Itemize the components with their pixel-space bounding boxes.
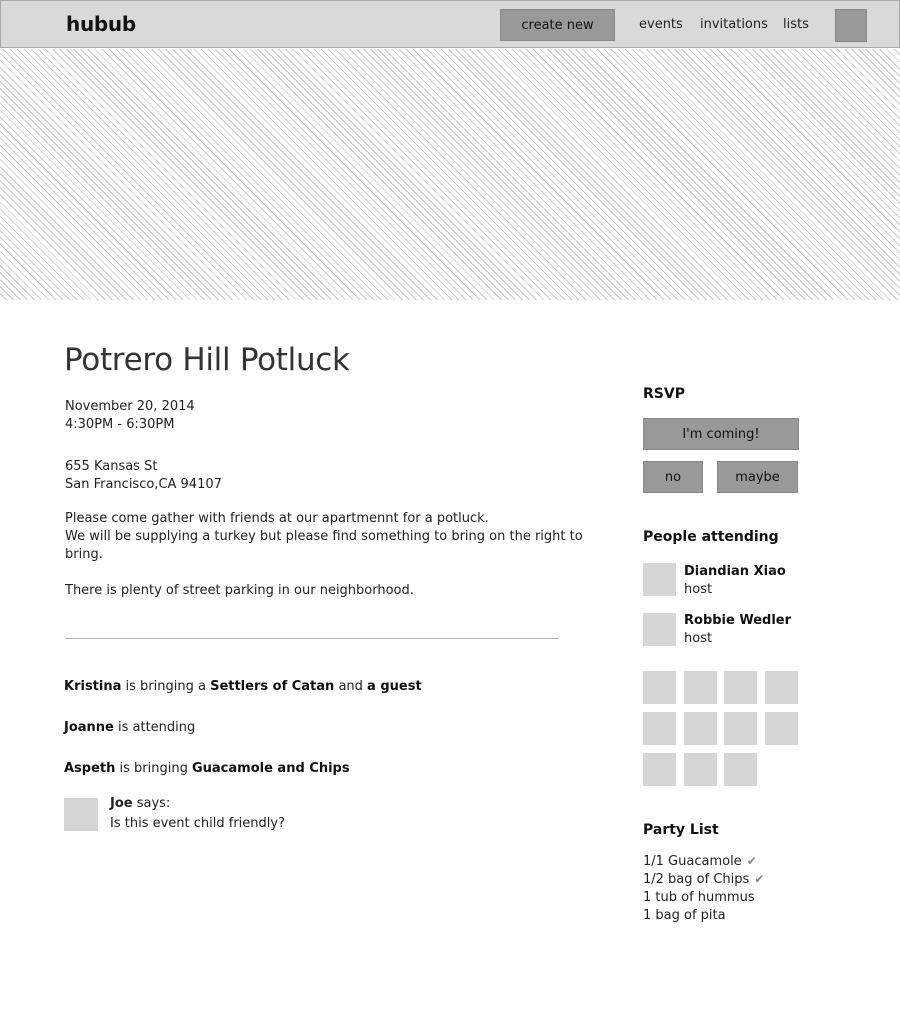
party-list-heading: Party List bbox=[643, 822, 719, 838]
activity-item: Joanne is attending bbox=[64, 720, 196, 735]
attendee-name[interactable]: Robbie Wedler bbox=[684, 613, 791, 628]
attendee-grid-avatar[interactable] bbox=[684, 712, 717, 745]
event-address-street: 655 Kansas St bbox=[65, 459, 158, 474]
top-nav-bar: hubub create new events invitations list… bbox=[0, 0, 900, 48]
attendee-grid-avatar[interactable] bbox=[724, 712, 757, 745]
event-time: 4:30PM - 6:30PM bbox=[65, 417, 175, 432]
party-list-item: 1 tub of hummus bbox=[643, 890, 755, 905]
check-icon: ✔ bbox=[754, 872, 765, 886]
event-parking-note: There is plenty of street parking in our… bbox=[65, 583, 414, 598]
attendee-avatar[interactable] bbox=[643, 613, 676, 646]
check-icon: ✔ bbox=[746, 854, 757, 868]
party-list-item: 1/1 Guacamole ✔ bbox=[643, 854, 757, 869]
comment-text: Is this event child friendly? bbox=[110, 816, 285, 831]
attendee-grid-avatar[interactable] bbox=[684, 753, 717, 786]
logo[interactable]: hubub bbox=[66, 12, 136, 36]
attendee-role: host bbox=[684, 631, 713, 646]
rsvp-heading: RSVP bbox=[643, 386, 685, 402]
attendee-grid-avatar[interactable] bbox=[724, 753, 757, 786]
party-list-item: 1 bag of pita bbox=[643, 908, 726, 923]
attendee-grid-avatar[interactable] bbox=[643, 753, 676, 786]
attendee-name[interactable]: Diandian Xiao bbox=[684, 564, 786, 579]
activity-item-name: Settlers of Catan bbox=[210, 679, 335, 694]
activity-user[interactable]: Joanne bbox=[64, 720, 114, 735]
event-address-city: San Francisco,CA 94107 bbox=[65, 477, 222, 492]
people-attending-heading: People attending bbox=[643, 529, 779, 545]
attendee-grid-avatar[interactable] bbox=[765, 671, 798, 704]
rsvp-maybe-button[interactable]: maybe bbox=[717, 461, 798, 493]
activity-user[interactable]: Kristina bbox=[64, 679, 121, 694]
attendee-grid-avatar[interactable] bbox=[643, 712, 676, 745]
rsvp-no-button[interactable]: no bbox=[643, 461, 703, 493]
hero-image-placeholder bbox=[0, 49, 900, 300]
attendee-avatar[interactable] bbox=[643, 563, 676, 596]
event-description-line: We will be supplying a turkey but please… bbox=[65, 529, 583, 544]
nav-link-lists[interactable]: lists bbox=[783, 17, 809, 32]
attendee-grid-avatar[interactable] bbox=[724, 671, 757, 704]
divider bbox=[65, 638, 559, 639]
nav-link-invitations[interactable]: invitations bbox=[700, 17, 768, 32]
attendee-grid-avatar[interactable] bbox=[684, 671, 717, 704]
commenter-avatar bbox=[64, 798, 98, 831]
event-description-line: Please come gather with friends at our a… bbox=[65, 511, 489, 526]
party-list-item: 1/2 bag of Chips ✔ bbox=[643, 872, 765, 887]
event-description-line: bring. bbox=[65, 547, 103, 562]
create-new-button[interactable]: create new bbox=[500, 9, 615, 41]
activity-item: Kristina is bringing a Settlers of Catan… bbox=[64, 679, 422, 694]
nav-link-events[interactable]: events bbox=[639, 17, 683, 32]
activity-extra: a guest bbox=[367, 679, 422, 694]
comment-author: Joe says: bbox=[110, 796, 171, 811]
user-avatar[interactable] bbox=[835, 9, 867, 42]
attendee-role: host bbox=[684, 582, 713, 597]
activity-user[interactable]: Aspeth bbox=[64, 761, 115, 776]
attendee-grid-avatar[interactable] bbox=[643, 671, 676, 704]
attendee-grid-avatar[interactable] bbox=[765, 712, 798, 745]
activity-item: Aspeth is bringing Guacamole and Chips bbox=[64, 761, 350, 776]
event-title: Potrero Hill Potluck bbox=[64, 342, 350, 378]
rsvp-coming-button[interactable]: I'm coming! bbox=[643, 418, 799, 450]
activity-item-name: Guacamole and Chips bbox=[191, 761, 350, 776]
event-date: November 20, 2014 bbox=[65, 399, 195, 414]
